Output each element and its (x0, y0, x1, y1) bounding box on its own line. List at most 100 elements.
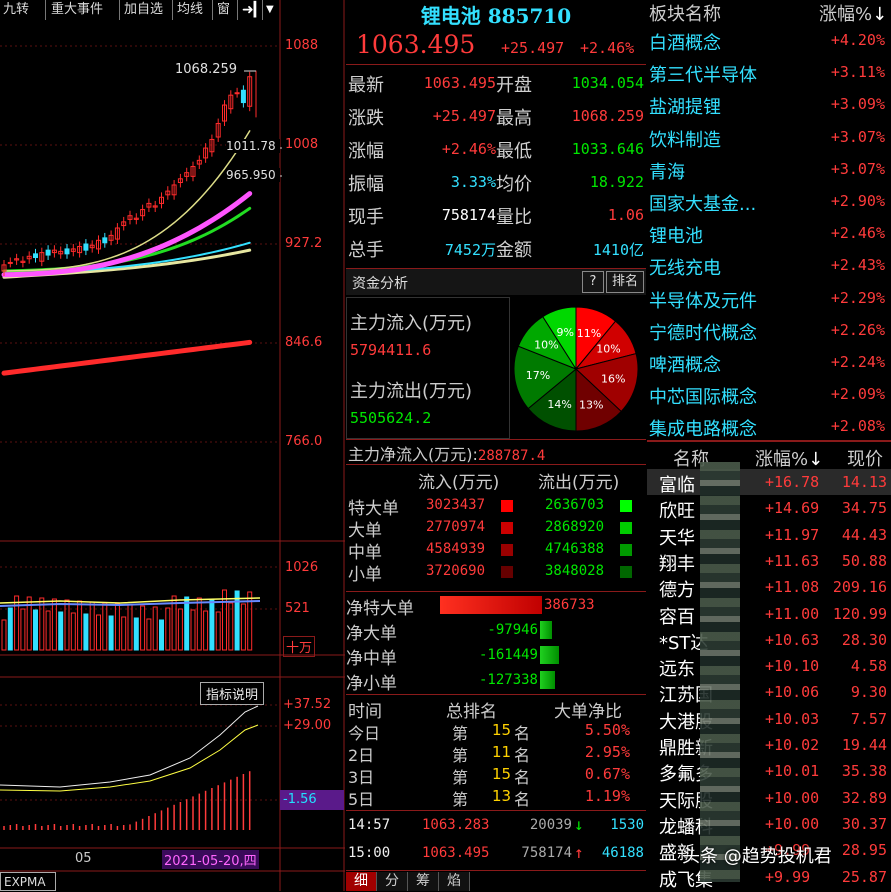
sector-row[interactable]: 饮料制造 +3.07% (647, 121, 891, 153)
sector-row[interactable]: 锂电池 +2.46% (647, 217, 891, 249)
sector-row[interactable]: 中芯国际概念 +2.09% (647, 378, 891, 410)
detail-tab-1[interactable]: 分 (377, 872, 408, 891)
volume-bar (152, 606, 158, 651)
price-change: +25.497 (501, 39, 565, 57)
stock-pct: +14.69 (765, 499, 820, 518)
net-bar-negative (540, 671, 556, 689)
quote-label: 总手 (348, 240, 384, 261)
quote-row: 总手 7452万 金额 1410亿 (346, 232, 646, 265)
stock-list-header-pct[interactable]: 涨幅%↓ (755, 445, 823, 471)
net-row-value: 386733 (544, 597, 595, 613)
sector-row[interactable]: 第三代半导体 +3.11% (647, 56, 891, 88)
stock-row[interactable]: 德方 +11.08 209.16 (647, 574, 891, 602)
volume-bar (58, 611, 64, 651)
tick-volume: 758174 (521, 845, 572, 861)
quote-label: 量比 (496, 207, 532, 228)
tick-row: 15:00 1063.495 758174 ↑ 46188 (346, 843, 646, 869)
volume-bar (196, 597, 202, 651)
indicator-axis-label: -1.56 (280, 790, 344, 810)
rank-number: 15 (492, 765, 512, 783)
stock-header-pct-label: 涨幅% (755, 449, 809, 470)
quote-label: 最高 (496, 108, 532, 129)
stock-price: 4.58 (850, 657, 887, 676)
volume-bar (146, 618, 152, 651)
stock-row[interactable]: 欣旺 +14.69 34.75 (647, 495, 891, 522)
sector-row[interactable]: 盐湖提锂 +3.09% (647, 88, 891, 120)
rank-ratio: 0.67% (584, 765, 630, 783)
detail-tab-0[interactable]: 细 (346, 872, 377, 891)
net-row-value: -127338 (478, 672, 538, 688)
quote-label: 均价 (496, 174, 532, 195)
pie-slice-label: 13% (579, 398, 603, 411)
sector-row[interactable]: 啤酒概念 +2.24% (647, 346, 891, 378)
sector-row[interactable]: 国家大基金... +2.90% (647, 185, 891, 217)
flow-out-swatch (620, 500, 632, 512)
quote-row: 最新 1063.495 开盘 1034.054 (346, 67, 646, 100)
detail-tab-2[interactable]: 筹 (408, 872, 439, 891)
stock-price: 28.95 (841, 841, 887, 860)
candle-body (234, 92, 240, 95)
stock-list-header-price[interactable]: 现价 (847, 445, 883, 471)
stock-row[interactable]: 大港股 +10.03 7.57 (647, 706, 891, 733)
volume-bar (234, 590, 240, 651)
rank-suffix: 名 (514, 746, 531, 765)
quote-value: 7452万 (444, 241, 496, 259)
volume-bar (1, 619, 7, 651)
sector-pct: +2.09% (830, 385, 885, 404)
help-button[interactable]: ? (582, 271, 604, 293)
kline-chart-panel[interactable]: 九转 重大事件 加自选 均线 窗 ➜▎ ▼ 1088 1008 927.2 84… (0, 0, 345, 891)
net-bar-negative (540, 646, 560, 664)
volume-bar (203, 610, 209, 651)
sector-pct: +4.20% (830, 31, 885, 49)
sector-row[interactable]: 白酒概念 +4.20% (647, 24, 891, 56)
volume-bar (190, 609, 196, 651)
volume-bar (108, 615, 114, 651)
stock-price: 120.99 (832, 604, 887, 623)
sector-list-header-pct[interactable]: 涨幅%↓ (819, 0, 887, 26)
indicator-tab-expma[interactable]: EXPMA (0, 872, 56, 891)
sector-list-header-name[interactable]: 板块名称 (649, 0, 721, 26)
stock-row[interactable]: 容百 +11.00 120.99 (647, 601, 891, 628)
stock-name: 富临 (659, 475, 695, 496)
rank-row: 今日 第 15 名 5.50% (346, 720, 646, 743)
indicator-help-button[interactable]: 指标说明 (200, 682, 265, 705)
volume-bar (121, 616, 127, 651)
volume-bar (209, 598, 215, 651)
stock-price: 14.13 (841, 473, 887, 491)
sector-row[interactable]: 青海 +3.07% (647, 153, 891, 185)
stock-row[interactable]: 远东 +10.10 4.58 (647, 653, 891, 680)
sector-row[interactable]: 无线充电 +2.43% (647, 249, 891, 281)
rank-button[interactable]: 排名 (606, 271, 644, 293)
net-inflow-value: 288787.4 (477, 448, 546, 464)
sector-row[interactable]: 半导体及元件 +2.29% (647, 282, 891, 314)
stock-price: 7.57 (850, 709, 887, 728)
candle-body (33, 253, 38, 259)
stock-row[interactable]: 江苏国 +10.06 9.30 (647, 679, 891, 706)
rank-col-ratio: 大单净比 (554, 702, 622, 722)
stock-pct: +11.97 (765, 525, 820, 544)
rank-ratio: 1.19% (584, 787, 630, 805)
stock-row[interactable]: 龙蟠科 +10.00 30.37 (647, 811, 891, 838)
stock-row[interactable]: 富临 +16.78 14.13 (647, 469, 891, 496)
detail-tab-3[interactable]: 焰 (439, 872, 470, 891)
volume-bar (14, 595, 20, 651)
sector-row[interactable]: 宁德时代概念 +2.26% (647, 314, 891, 346)
right-lists-panel: 板块名称 涨幅%↓ 白酒概念 +4.20% 第三代半导体 +3.11% 盐湖提锂 +3.0… (647, 0, 891, 891)
sector-pct: +2.46% (830, 224, 885, 243)
flow-in-value: 3720690 (426, 563, 486, 579)
sector-row[interactable]: 集成电路概念 +2.08% (647, 410, 891, 442)
quote-row: 振幅 3.33% 均价 18.922 (346, 166, 646, 199)
stock-row[interactable]: 天华 +11.97 44.43 (647, 522, 891, 549)
stock-row[interactable]: *ST达 +10.63 28.30 (647, 627, 891, 654)
stock-row[interactable]: 鼎胜新 +10.02 19.44 (647, 732, 891, 759)
stock-name: 德方 (659, 580, 695, 602)
volume-bar (177, 608, 183, 651)
volume-bar (7, 607, 13, 651)
stock-row[interactable]: 翔丰 +11.63 50.88 (647, 548, 891, 575)
pie-slice-label: 10% (596, 342, 620, 355)
stock-pct: +10.63 (765, 630, 820, 649)
price-axis-label: 846.6 (285, 335, 323, 350)
quote-value: 1068.259 (571, 107, 644, 125)
stock-row[interactable]: 天际股 +10.00 32.89 (647, 785, 891, 812)
stock-row[interactable]: 多氟多 +10.01 35.38 (647, 758, 891, 785)
